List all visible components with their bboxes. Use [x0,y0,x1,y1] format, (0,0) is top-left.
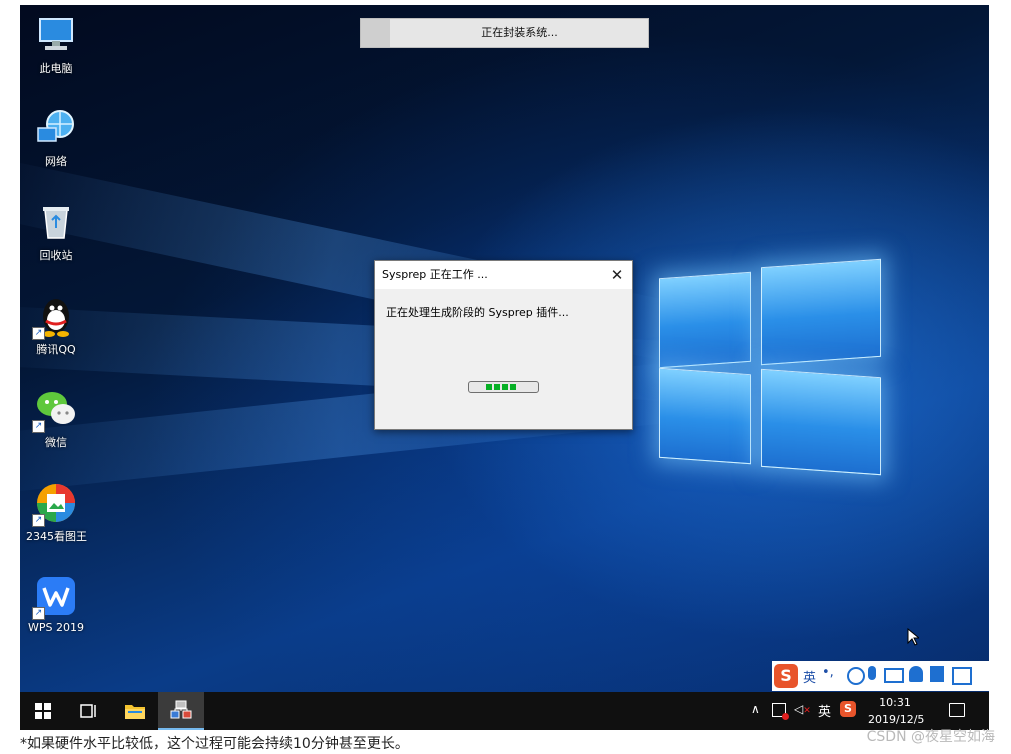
desktop-icon-this-pc[interactable]: 此电脑 [26,13,86,76]
computer-icon [34,13,78,57]
taskbar: ∧ ◁✕ 英 S 10:31 2019/12/5 [20,692,989,730]
ime-language-toggle[interactable]: 英 [803,667,816,686]
show-hidden-icons-button[interactable]: ∧ [751,702,760,716]
marquee-progress-bar [468,381,539,393]
dialog-title: Sysprep 正在工作 ... [382,268,488,281]
desktop-icon-label: 网络 [45,155,67,168]
clock-time: 10:31 [879,696,911,709]
banner-progress-segment [361,19,390,47]
sysprep-dialog[interactable]: Sysprep 正在工作 ... ✕ 正在处理生成阶段的 Sysprep 插件.… [374,260,633,430]
input-language-indicator[interactable]: 英 [818,701,831,720]
status-banner: 正在封装系统... [360,18,649,48]
shortcut-arrow-icon: ↗ [32,514,45,527]
recycle-bin-icon [34,200,78,244]
network-icon [34,106,78,150]
keyboard-icon[interactable] [884,668,904,683]
task-view-button[interactable] [66,692,112,730]
wps-icon: ↗ [32,574,78,620]
csdn-watermark: CSDN @夜星空如海 [866,729,995,745]
system-clock[interactable]: 10:31 2019/12/5 [868,694,924,728]
start-button[interactable] [20,692,66,730]
banner-text: 正在封装系统... [481,26,558,39]
microphone-icon[interactable] [868,666,876,680]
close-button[interactable]: ✕ [606,264,628,286]
desktop-icon-label: 2345看图王 [26,530,87,543]
file-explorer-button[interactable] [112,692,158,730]
task-view-icon [80,704,96,718]
desktop-icon-2345-viewer[interactable]: ↗ 2345看图王 [26,481,87,544]
progress-block [510,384,516,390]
image-viewer-icon: ↗ [32,481,78,527]
desktop-icon-label: 此电脑 [39,62,73,75]
desktop-icon-label: 回收站 [39,249,73,262]
dialog-message: 正在处理生成阶段的 Sysprep 插件... [386,306,569,319]
sysprep-app-icon [170,700,192,719]
volume-muted-icon[interactable]: ◁✕ [794,702,811,716]
windows-start-icon [35,703,51,719]
emoji-icon[interactable] [847,667,865,685]
folder-icon [125,705,145,719]
shortcut-arrow-icon: ↗ [32,327,45,340]
desktop-icon-wechat[interactable]: ↗ 微信 [26,387,86,450]
sogou-tray-icon[interactable]: S [840,701,856,717]
mouse-cursor-icon [907,627,921,650]
desktop-icon-network[interactable]: 网络 [26,106,86,169]
windows-logo-wallpaper [655,253,885,483]
wechat-icon: ↗ [32,387,78,433]
progress-block [502,384,508,390]
desktop[interactable]: 此电脑 网络 回收站 ↗ 腾讯QQ ↗ 微信 ↗ 2345看图王 ↗ WPS 2… [20,5,989,692]
toolbox-icon[interactable] [952,667,972,685]
dialog-titlebar[interactable]: Sysprep 正在工作 ... ✕ [375,261,632,289]
action-center-icon[interactable] [949,703,965,717]
user-icon[interactable] [909,666,923,682]
desktop-icon-wps[interactable]: ↗ WPS 2019 [26,574,86,634]
skin-icon[interactable] [930,666,944,682]
shortcut-arrow-icon: ↗ [32,420,45,433]
desktop-icon-qq[interactable]: ↗ 腾讯QQ [26,294,86,357]
progress-block [494,384,500,390]
sogou-ime-icon[interactable]: S [774,664,798,688]
ime-punctuation-toggle[interactable]: •, [822,665,834,680]
desktop-icon-label: WPS 2019 [28,621,84,634]
progress-block [486,384,492,390]
desktop-icon-label: 腾讯QQ [36,343,76,356]
qq-icon: ↗ [32,294,78,340]
ime-toolbar[interactable]: S 英 •, [772,661,989,691]
network-status-icon[interactable] [772,703,789,720]
article-caption: *如果硬件水平比较低，这个过程可能会持续10分钟甚至更长。 [20,736,409,752]
desktop-icon-recycle-bin[interactable]: 回收站 [26,200,86,263]
sysprep-taskbar-button[interactable] [158,692,204,730]
desktop-icon-label: 微信 [45,436,67,449]
shortcut-arrow-icon: ↗ [32,607,45,620]
